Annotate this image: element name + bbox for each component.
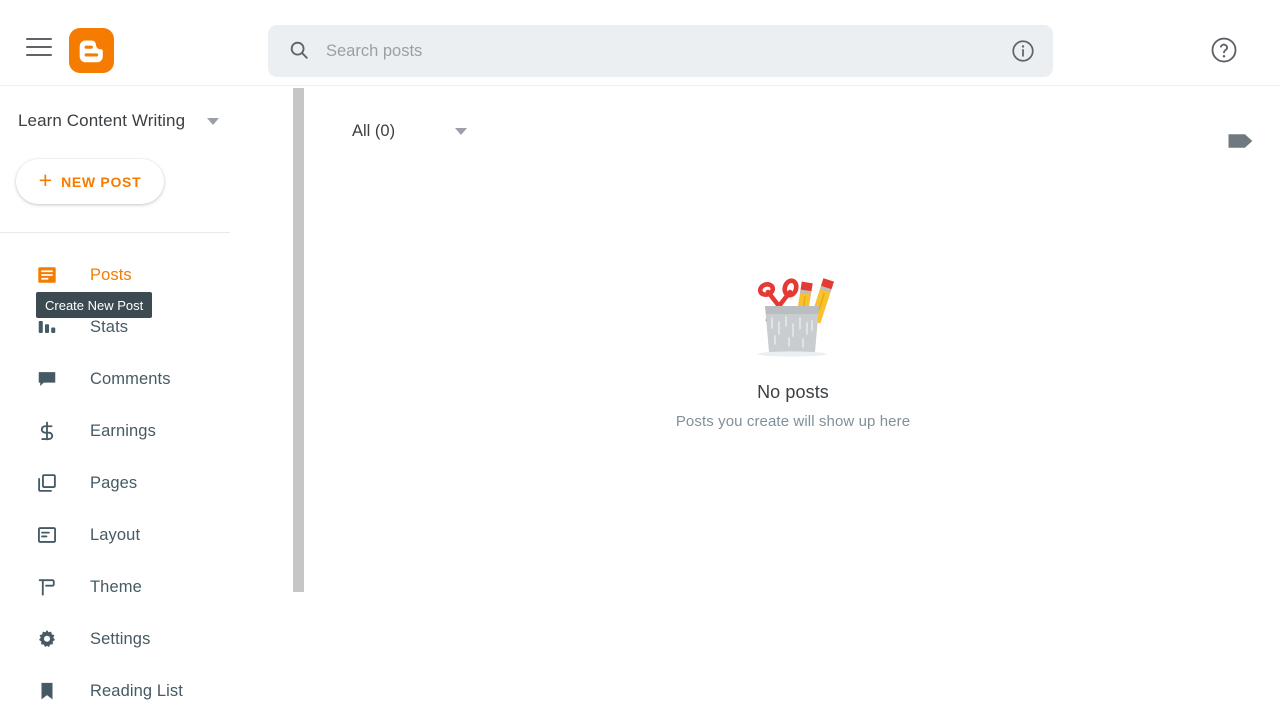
sidebar-item-label: Posts (90, 265, 132, 284)
sidebar-item-label: Layout (90, 525, 141, 544)
settings-gear-icon (34, 626, 60, 652)
posts-toolbar: All (0) (306, 86, 1280, 186)
blog-selector[interactable]: Learn Content Writing (18, 108, 268, 134)
blogger-logo-icon[interactable] (69, 28, 114, 73)
sidebar-item-settings[interactable]: Settings (0, 613, 292, 665)
hamburger-menu-icon[interactable] (24, 36, 54, 58)
chevron-down-icon (455, 128, 468, 135)
sidebar-item-layout[interactable]: Layout (0, 509, 292, 561)
pencil-cup-illustration (738, 266, 848, 358)
blogger-app: Learn Content Writing + NEW POST Create … (0, 0, 1280, 720)
hamburger-bar (26, 38, 52, 40)
chevron-down-icon (207, 117, 220, 125)
pages-icon (34, 470, 60, 496)
info-icon[interactable] (1010, 38, 1036, 69)
sidebar-item-pages[interactable]: Pages (0, 457, 292, 509)
sidebar-item-label: Theme (90, 577, 142, 596)
sidebar-item-label: Pages (90, 473, 138, 492)
new-post-tooltip: Create New Post (36, 292, 153, 318)
layout-icon (34, 522, 60, 548)
sidebar-nav: Posts Stats Comments Earnings Pages Layo… (0, 249, 292, 717)
hamburger-bar (26, 46, 52, 48)
hamburger-bar (26, 54, 52, 56)
empty-state-title: No posts (757, 382, 829, 402)
post-filter-dropdown[interactable]: All (0) (352, 122, 468, 141)
bookmark-icon (34, 678, 60, 704)
theme-icon (34, 574, 60, 600)
posts-icon (34, 262, 60, 288)
sidebar-item-label: Stats (90, 317, 129, 336)
sidebar-item-comments[interactable]: Comments (0, 353, 292, 405)
empty-state-subtitle: Posts you create will show up here (675, 413, 911, 430)
sidebar-item-label: Comments (90, 369, 171, 388)
sidebar-item-earnings[interactable]: Earnings (0, 405, 292, 457)
label-tag-icon[interactable] (1226, 130, 1256, 157)
new-post-label: NEW POST (61, 173, 142, 190)
post-filter-label: All (0) (352, 122, 396, 140)
sidebar-item-label: Reading List (90, 681, 183, 700)
top-header (0, 0, 1280, 86)
earnings-icon (34, 418, 60, 444)
help-circle-icon[interactable] (1209, 35, 1239, 70)
empty-state: No posts Posts you create will show up h… (306, 266, 1280, 430)
search-icon (288, 39, 310, 66)
search-bar[interactable] (268, 25, 1053, 77)
sidebar: Learn Content Writing + NEW POST Create … (0, 86, 292, 720)
new-post-button[interactable]: + NEW POST (16, 159, 164, 204)
sidebar-item-theme[interactable]: Theme (0, 561, 292, 613)
blog-title: Learn Content Writing (18, 111, 186, 130)
sidebar-item-label: Settings (90, 629, 151, 648)
sidebar-scrollbar-thumb[interactable] (293, 88, 304, 592)
sidebar-divider (0, 232, 230, 233)
main-content: All (0) No posts Posts you create will s… (306, 86, 1280, 720)
sidebar-item-reading-list[interactable]: Reading List (0, 665, 292, 717)
plus-icon: + (38, 167, 53, 193)
search-input[interactable] (326, 25, 926, 77)
comments-icon (34, 366, 60, 392)
sidebar-item-label: Earnings (90, 421, 156, 440)
